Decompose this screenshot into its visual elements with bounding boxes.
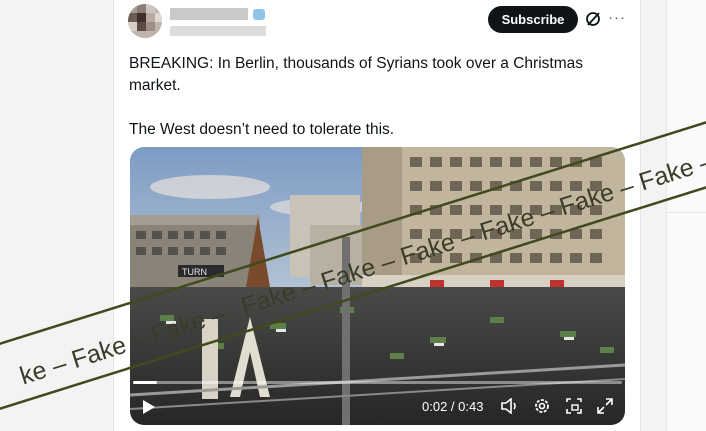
subscribe-button[interactable]: Subscribe <box>488 6 578 33</box>
video-progress-fill <box>133 381 158 384</box>
video-controls: 0:02 / 0:43 <box>130 388 625 425</box>
volume-icon[interactable] <box>501 398 519 414</box>
video-time: 0:02 / 0:43 <box>422 399 484 414</box>
tweet-text: BREAKING: In Berlin, thousands of Syrian… <box>129 53 599 141</box>
tweet-line-2: The West doesn’t need to tolerate this. <box>129 121 395 138</box>
picture-in-picture-icon[interactable] <box>565 397 583 415</box>
right-column <box>666 0 706 431</box>
divider <box>667 212 706 213</box>
verified-badge-icon <box>253 9 265 20</box>
play-icon[interactable] <box>142 399 156 415</box>
more-options-icon[interactable]: ··· <box>608 9 626 27</box>
handle-pixelated <box>170 26 266 36</box>
username-pixelated[interactable] <box>170 8 248 20</box>
slash-circle-icon[interactable] <box>585 11 601 27</box>
video-progress-bar[interactable] <box>133 381 622 384</box>
tweet-line-1: BREAKING: In Berlin, thousands of Syrian… <box>129 55 583 94</box>
fullscreen-icon[interactable] <box>596 397 614 415</box>
settings-gear-icon[interactable] <box>533 397 551 415</box>
store-sign: TURN <box>182 267 207 277</box>
avatar[interactable] <box>128 4 162 38</box>
